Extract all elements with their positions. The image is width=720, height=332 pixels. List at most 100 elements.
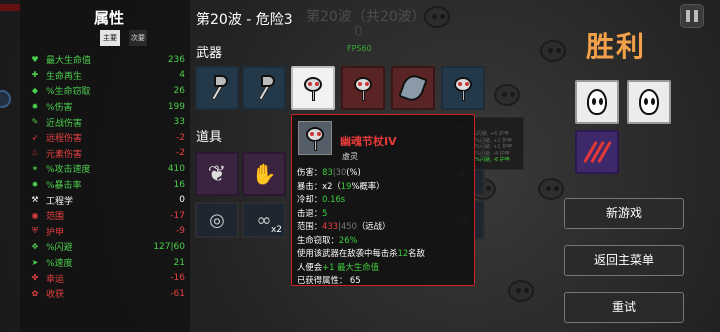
effect-line-2: 人便会+1 最大生命值 (297, 261, 380, 272)
stat-label: %攻击速度 (46, 165, 91, 176)
boot-icon: ➤ (31, 257, 39, 267)
new-game-button[interactable]: 新游戏 (564, 198, 684, 229)
character-slot-2[interactable] (627, 80, 671, 124)
stat-value: 236 (167, 54, 185, 65)
item-count-badge: x2 (270, 225, 282, 235)
stat-value: 4 (179, 70, 185, 81)
stat-row: ✎ 近战伤害 33 (30, 114, 185, 130)
knockback-line: 击退：5 (297, 207, 328, 218)
stat-row: ♥ 最大生命值 236 (30, 52, 185, 68)
harvest-icon: ✿ (31, 288, 39, 298)
weapon-stats: 伤害：83|30(%) 暴击：x2（19%概率） 冷却：0.16s 击退：5 范… (297, 166, 473, 288)
flame-icon: ♨ (31, 148, 39, 158)
stat-value: 199 (167, 101, 185, 112)
leaf-blade-icon (398, 72, 428, 104)
stat-label: 最大生命值 (46, 56, 92, 67)
upgrade-slot[interactable] (575, 130, 619, 174)
stat-label: 生命再生 (46, 71, 83, 82)
stat-list: ♥ 最大生命值 236 ✚ 生命再生 4 ◆ %生命窃取 26 ✹ %伤害 199 ✎ 近战伤害 33 ➶ 远程… (30, 52, 185, 302)
pause-button[interactable] (680, 4, 704, 28)
tab-main[interactable]: 主要 (100, 30, 120, 46)
weapon-slot-6[interactable] (441, 66, 485, 110)
axe-icon (204, 75, 230, 101)
stat-label: 元素伤害 (46, 149, 83, 160)
stat-label: 近战伤害 (46, 118, 83, 129)
weapon-slot-1[interactable] (195, 66, 239, 110)
item-slot-2[interactable]: ✋ (242, 152, 286, 196)
enemy-silhouette (424, 6, 450, 28)
enemy-silhouette (494, 84, 520, 106)
fps-counter: FPS60 (347, 44, 372, 53)
stat-value: -16 (170, 273, 185, 284)
skull-scepter-icon (350, 75, 376, 101)
tooltip-weapon-icon (298, 121, 332, 155)
character-slot-1[interactable] (575, 80, 619, 124)
weapon-slot-2[interactable] (242, 66, 286, 110)
speed-icon: ✶ (31, 163, 39, 173)
stat-label: %生命窃取 (46, 87, 91, 98)
stat-label: %速度 (46, 259, 73, 270)
enemy-silhouette (538, 178, 564, 200)
tab-secondary[interactable]: 次要 (129, 30, 147, 46)
stat-label: 远程伤害 (46, 134, 83, 145)
stat-row: ◆ %生命窃取 26 (30, 83, 185, 99)
weapon-class: 虚灵 (342, 152, 358, 161)
sword-icon: ✎ (31, 117, 39, 127)
stat-value: -17 (170, 210, 185, 221)
stat-label: 工程学 (46, 196, 74, 207)
stat-row: ✶ %攻击速度 410 (30, 161, 185, 177)
stat-row: ✥ %闪避 127|60 (30, 239, 185, 255)
stat-row: ➤ %速度 21 (30, 255, 185, 271)
damage-line: 伤害：83|30(%) (297, 167, 361, 177)
stat-row: ✹ %伤害 199 (30, 99, 185, 115)
weapon-slot-3[interactable] (291, 66, 335, 110)
stat-value: 410 (167, 163, 185, 174)
gloves-icon: ✋ (251, 162, 277, 186)
stat-value: 16 (173, 179, 185, 190)
stat-label: 护甲 (46, 227, 65, 238)
item-slot-1[interactable]: ❦ (195, 152, 239, 196)
stat-row: ✚ 生命再生 4 (30, 68, 185, 84)
stat-value: 26 (173, 85, 185, 96)
weapon-slot-4[interactable] (341, 66, 385, 110)
stat-label: %闪避 (46, 243, 73, 254)
enemy-silhouette (540, 40, 566, 62)
stat-label: %伤害 (46, 103, 73, 114)
damage-icon: ✹ (31, 101, 39, 111)
crit-line: 暴击：x2（19%概率） (297, 180, 385, 191)
range-line: 范围：433|450（远战） (297, 221, 391, 231)
stat-label: %暴击率 (46, 181, 82, 192)
item-slot-4[interactable]: ∞ x2 (242, 202, 286, 238)
hp-bar-remnant (0, 4, 20, 11)
stat-label: 幸运 (46, 274, 65, 285)
stat-row: ⚒ 工程学 0 (30, 192, 185, 208)
retry-button[interactable]: 重试 (564, 292, 684, 323)
dodge-icon: ✥ (31, 241, 39, 251)
stat-row: ✿ 收获 -61 (30, 286, 185, 302)
axe-icon (251, 75, 277, 101)
items-label: 道具 (196, 130, 223, 145)
stat-value: -2 (176, 148, 185, 159)
stat-value: 127|60 (153, 241, 185, 252)
stat-row: ♨ 元素伤害 -2 (30, 146, 185, 162)
stats-tabs: 主要 次要 (100, 30, 147, 46)
main-menu-button[interactable]: 返回主菜单 (564, 245, 684, 276)
stat-row: ✸ %暴击率 16 (30, 177, 185, 193)
stat-value: -61 (170, 288, 185, 299)
egg-character-icon (587, 89, 607, 115)
effect-line-1: 使用该武器在敌袭中每击杀12名敌 (297, 248, 425, 258)
wrench-icon: ⚒ (31, 195, 39, 205)
cooldown-line: 冷却：0.16s (297, 194, 346, 204)
background-wave-title: 第20波（共20波） (306, 9, 426, 25)
weapon-tooltip: 幽魂节杖IV 虚灵 伤害：83|30(%) 暴击：x2（19%概率） 冷却：0.… (291, 114, 475, 286)
stat-value: 21 (173, 257, 185, 268)
plus-heart-icon: ✚ (31, 70, 39, 80)
stat-value: 0 (179, 195, 185, 206)
clover-icon: ✤ (31, 273, 39, 283)
item-slot-3[interactable]: ◎ (195, 202, 239, 238)
weapon-slot-5[interactable] (391, 66, 435, 110)
stat-row: ➶ 远程伤害 -2 (30, 130, 185, 146)
shield-icon: ⛨ (32, 226, 38, 236)
stat-value: -9 (176, 226, 185, 237)
lifesteal-line: 生命窃取：26% (297, 234, 358, 245)
